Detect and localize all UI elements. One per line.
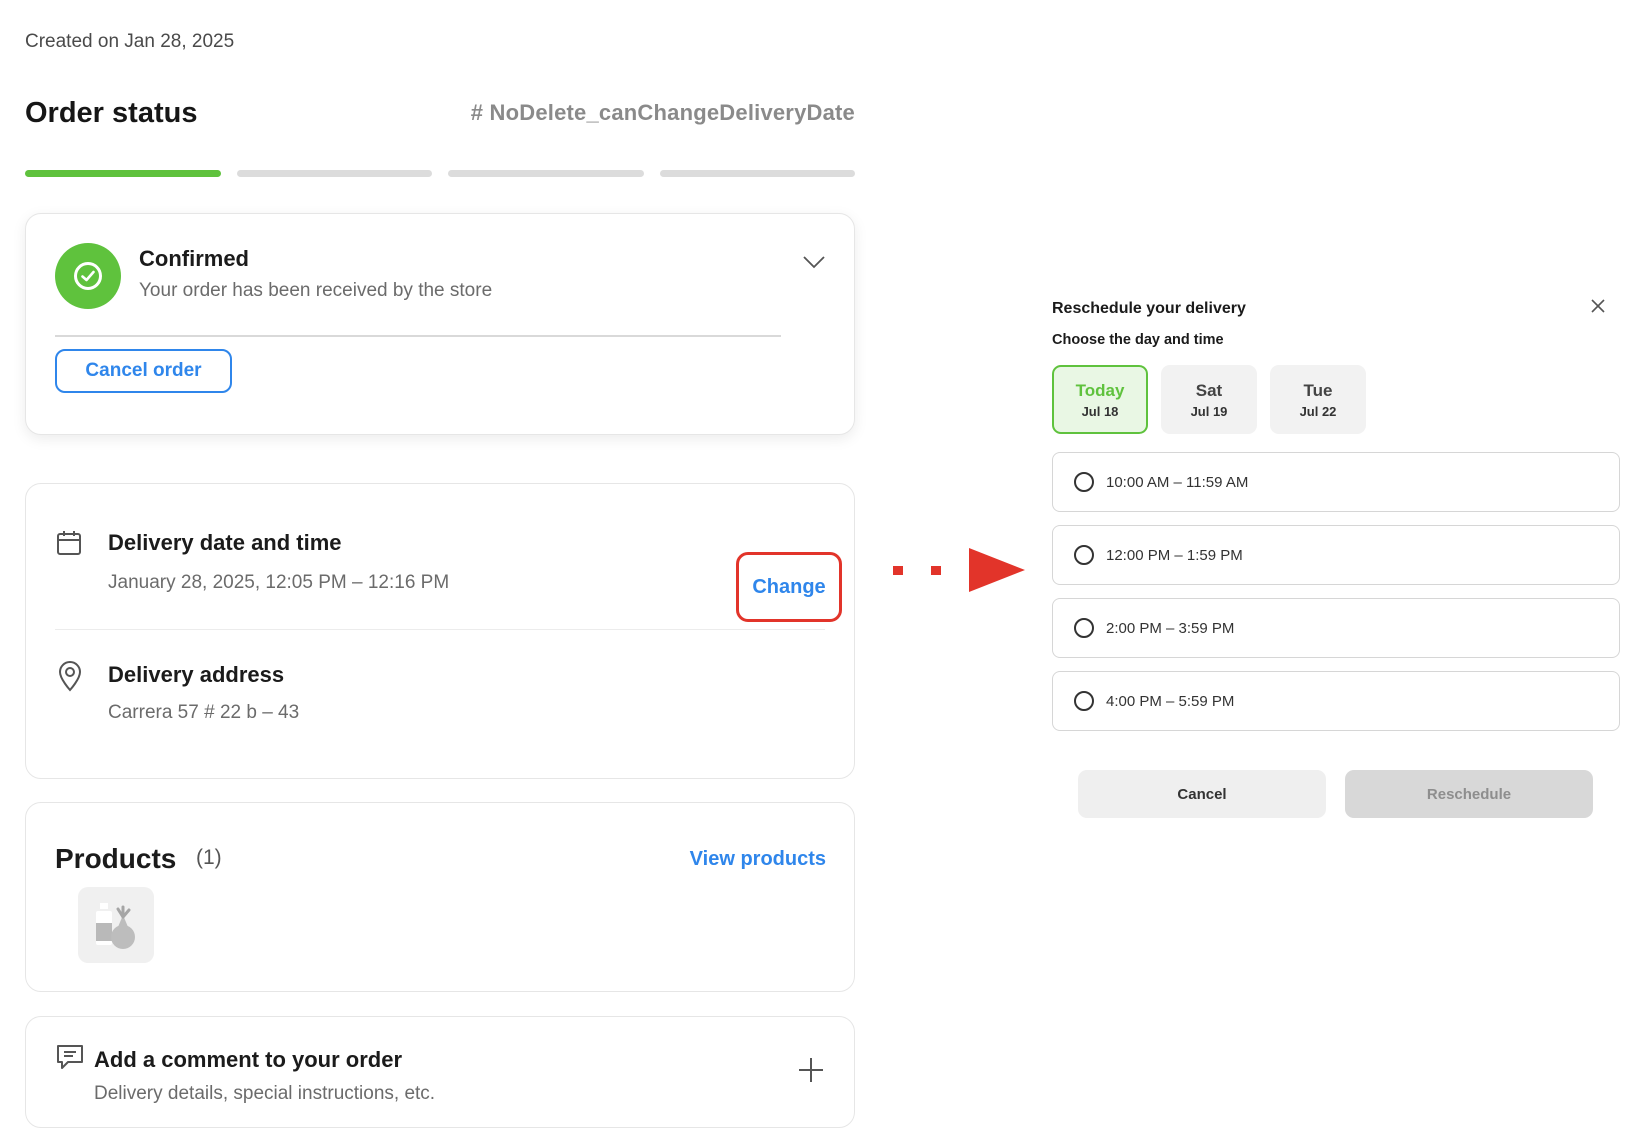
radio-button[interactable] — [1074, 618, 1094, 638]
day-date: Jul 18 — [1081, 403, 1119, 419]
delivery-card: Delivery date and time January 28, 2025,… — [25, 483, 855, 779]
status-title: Confirmed — [139, 246, 249, 271]
time-slot-option[interactable]: 12:00 PM – 1:59 PM — [1052, 525, 1620, 585]
time-slot-list: 10:00 AM – 11:59 AM 12:00 PM – 1:59 PM 2… — [1052, 452, 1620, 744]
time-slot-label: 10:00 AM – 11:59 AM — [1106, 473, 1249, 491]
comment-subtitle: Delivery details, special instructions, … — [94, 1083, 436, 1104]
products-title: Products — [55, 843, 177, 874]
progress-step-2 — [236, 170, 432, 177]
radio-button[interactable] — [1074, 691, 1094, 711]
reschedule-modal: Reschedule your delivery Choose the day … — [1027, 275, 1620, 865]
delivery-divider — [55, 629, 825, 630]
day-name: Today — [1075, 380, 1125, 400]
plus-icon[interactable] — [796, 1055, 826, 1085]
delivery-address-value: Carrera 57 # 22 b – 43 — [108, 702, 300, 723]
time-slot-label: 12:00 PM – 1:59 PM — [1106, 546, 1243, 564]
delivery-date-value: January 28, 2025, 12:05 PM – 12:16 PM — [108, 572, 450, 593]
status-divider — [55, 335, 781, 337]
time-slot-label: 2:00 PM – 3:59 PM — [1106, 619, 1235, 637]
day-selector: Today Jul 18 Sat Jul 19 Tue Jul 22 — [1052, 365, 1366, 434]
progress-step-1 — [25, 170, 221, 177]
order-progress-bar — [25, 170, 855, 177]
order-id: # NoDelete_canChangeDeliveryDate — [470, 100, 855, 125]
cancel-order-button[interactable]: Cancel order — [55, 349, 232, 393]
calendar-icon — [57, 531, 81, 555]
modal-cancel-button[interactable]: Cancel — [1078, 770, 1326, 818]
radio-button[interactable] — [1074, 545, 1094, 565]
products-card: Products (1) View products — [25, 802, 855, 992]
day-name: Tue — [1303, 380, 1333, 400]
flow-arrow-icon — [893, 548, 1025, 592]
day-option-today[interactable]: Today Jul 18 — [1052, 365, 1148, 434]
time-slot-option[interactable]: 2:00 PM – 3:59 PM — [1052, 598, 1620, 658]
delivery-address-title: Delivery address — [108, 662, 285, 687]
modal-subtitle: Choose the day and time — [1052, 332, 1224, 348]
comment-icon — [57, 1045, 83, 1069]
day-option-sat[interactable]: Sat Jul 19 — [1161, 365, 1257, 434]
products-count: (1) — [196, 846, 222, 869]
page-title: Order status — [25, 97, 198, 129]
time-slot-label: 4:00 PM – 5:59 PM — [1106, 692, 1235, 710]
confirmed-check-icon — [55, 243, 121, 309]
status-subtitle: Your order has been received by the stor… — [139, 280, 493, 301]
progress-step-4 — [659, 170, 855, 177]
comment-title: Add a comment to your order — [94, 1047, 403, 1072]
chevron-down-icon[interactable] — [802, 250, 826, 274]
change-highlight: Change — [736, 552, 842, 622]
modal-title: Reschedule your delivery — [1052, 300, 1246, 317]
day-option-tue[interactable]: Tue Jul 22 — [1270, 365, 1366, 434]
status-card: Confirmed Your order has been received b… — [25, 213, 855, 435]
progress-step-3 — [448, 170, 644, 177]
radio-button[interactable] — [1074, 472, 1094, 492]
day-date: Jul 22 — [1299, 403, 1337, 419]
close-icon[interactable] — [1589, 297, 1607, 315]
view-products-link[interactable]: View products — [690, 848, 826, 871]
reschedule-button[interactable]: Reschedule — [1345, 770, 1593, 818]
created-date: Created on Jan 28, 2025 — [25, 31, 235, 52]
time-slot-option[interactable]: 10:00 AM – 11:59 AM — [1052, 452, 1620, 512]
comment-card[interactable]: Add a comment to your order Delivery det… — [25, 1016, 855, 1128]
day-date: Jul 19 — [1190, 403, 1228, 419]
delivery-date-title: Delivery date and time — [108, 530, 342, 555]
day-name: Sat — [1195, 380, 1223, 400]
time-slot-option[interactable]: 4:00 PM – 5:59 PM — [1052, 671, 1620, 731]
change-delivery-button[interactable]: Change — [752, 576, 825, 599]
product-thumbnail[interactable] — [78, 887, 154, 963]
location-pin-icon — [58, 661, 82, 692]
groceries-icon — [96, 903, 135, 949]
